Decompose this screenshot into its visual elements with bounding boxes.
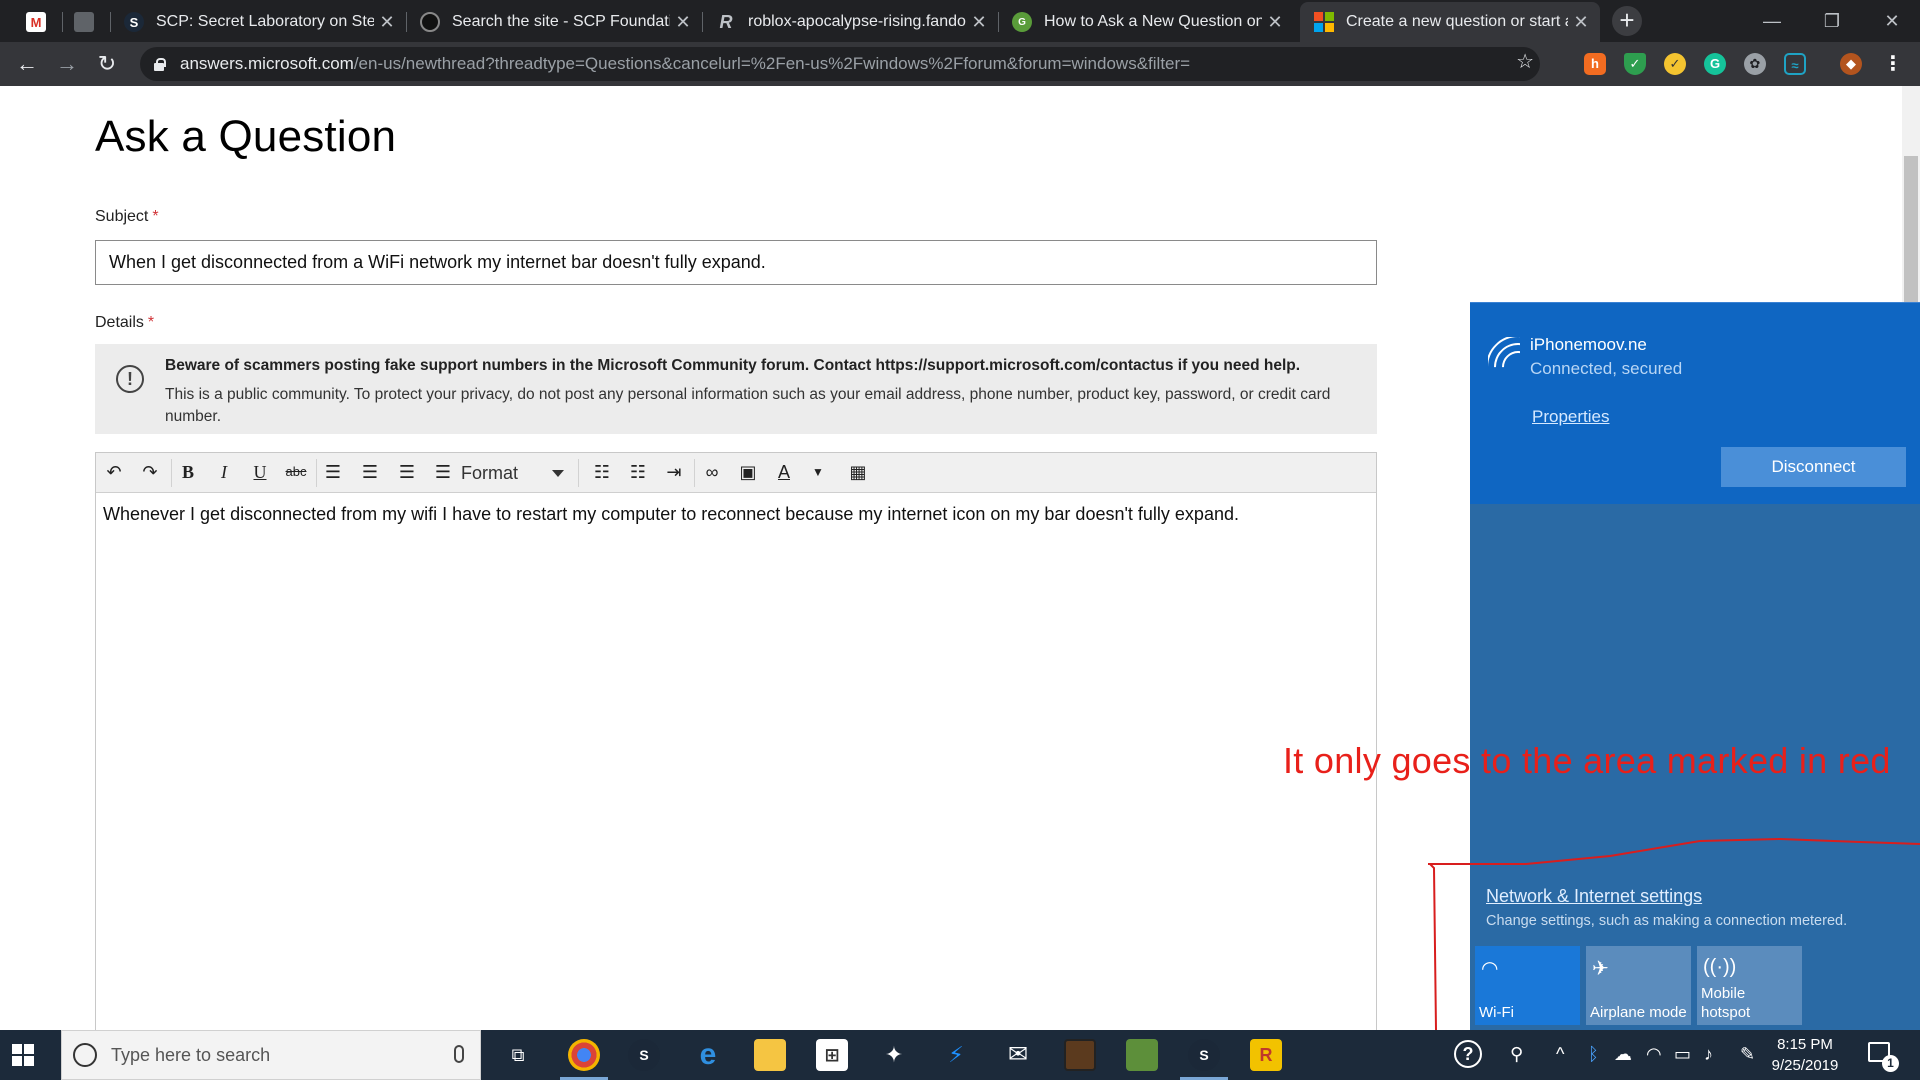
windows-start-icon[interactable]: [12, 1044, 34, 1066]
steam-taskbar-icon[interactable]: S: [628, 1039, 660, 1071]
taskbar-search[interactable]: Type here to search: [61, 1030, 481, 1080]
cortana-icon: [73, 1043, 97, 1067]
minecraft-dungeons-icon[interactable]: [1064, 1039, 1096, 1071]
microphone-icon[interactable]: [454, 1045, 464, 1063]
battery-icon[interactable]: ▭: [1674, 1044, 1691, 1065]
store-icon[interactable]: ⊞: [816, 1039, 848, 1071]
file-explorer-icon[interactable]: [754, 1039, 786, 1071]
windows-taskbar: Type here to search ⧉ S e ⊞ ✦ ⚡ ✉ S R ? …: [0, 1030, 1920, 1080]
volume-icon[interactable]: ♪: [1704, 1044, 1713, 1065]
people-icon[interactable]: ⚲: [1510, 1044, 1523, 1065]
help-icon[interactable]: ?: [1454, 1040, 1482, 1068]
red-marker-line: [1428, 837, 1920, 1031]
visual-studio-icon[interactable]: ⚡: [940, 1039, 972, 1071]
wifi-tray-icon[interactable]: ◠: [1646, 1044, 1662, 1065]
notification-count: 1: [1882, 1055, 1899, 1072]
task-view-icon[interactable]: ⧉: [502, 1039, 534, 1071]
mail-icon[interactable]: ✉: [1002, 1039, 1034, 1071]
chrome-icon[interactable]: [568, 1039, 600, 1071]
rockstar-icon[interactable]: R: [1250, 1039, 1282, 1071]
clock-time: 8:15 PM: [1777, 1036, 1833, 1053]
minecraft-icon[interactable]: [1126, 1039, 1158, 1071]
dropbox-icon[interactable]: ✦: [878, 1039, 910, 1071]
cloud-icon[interactable]: ☁: [1614, 1044, 1632, 1065]
taskbar-clock[interactable]: 8:15 PM 9/25/2019: [1740, 1034, 1870, 1076]
clock-date: 9/25/2019: [1771, 1057, 1839, 1074]
steam-running-icon[interactable]: S: [1188, 1039, 1220, 1071]
bluetooth-icon[interactable]: ᛒ: [1588, 1044, 1599, 1065]
edge-icon[interactable]: e: [692, 1039, 724, 1071]
show-hidden-icons-chevron-icon[interactable]: ^: [1556, 1044, 1564, 1065]
search-placeholder: Type here to search: [111, 1044, 271, 1065]
